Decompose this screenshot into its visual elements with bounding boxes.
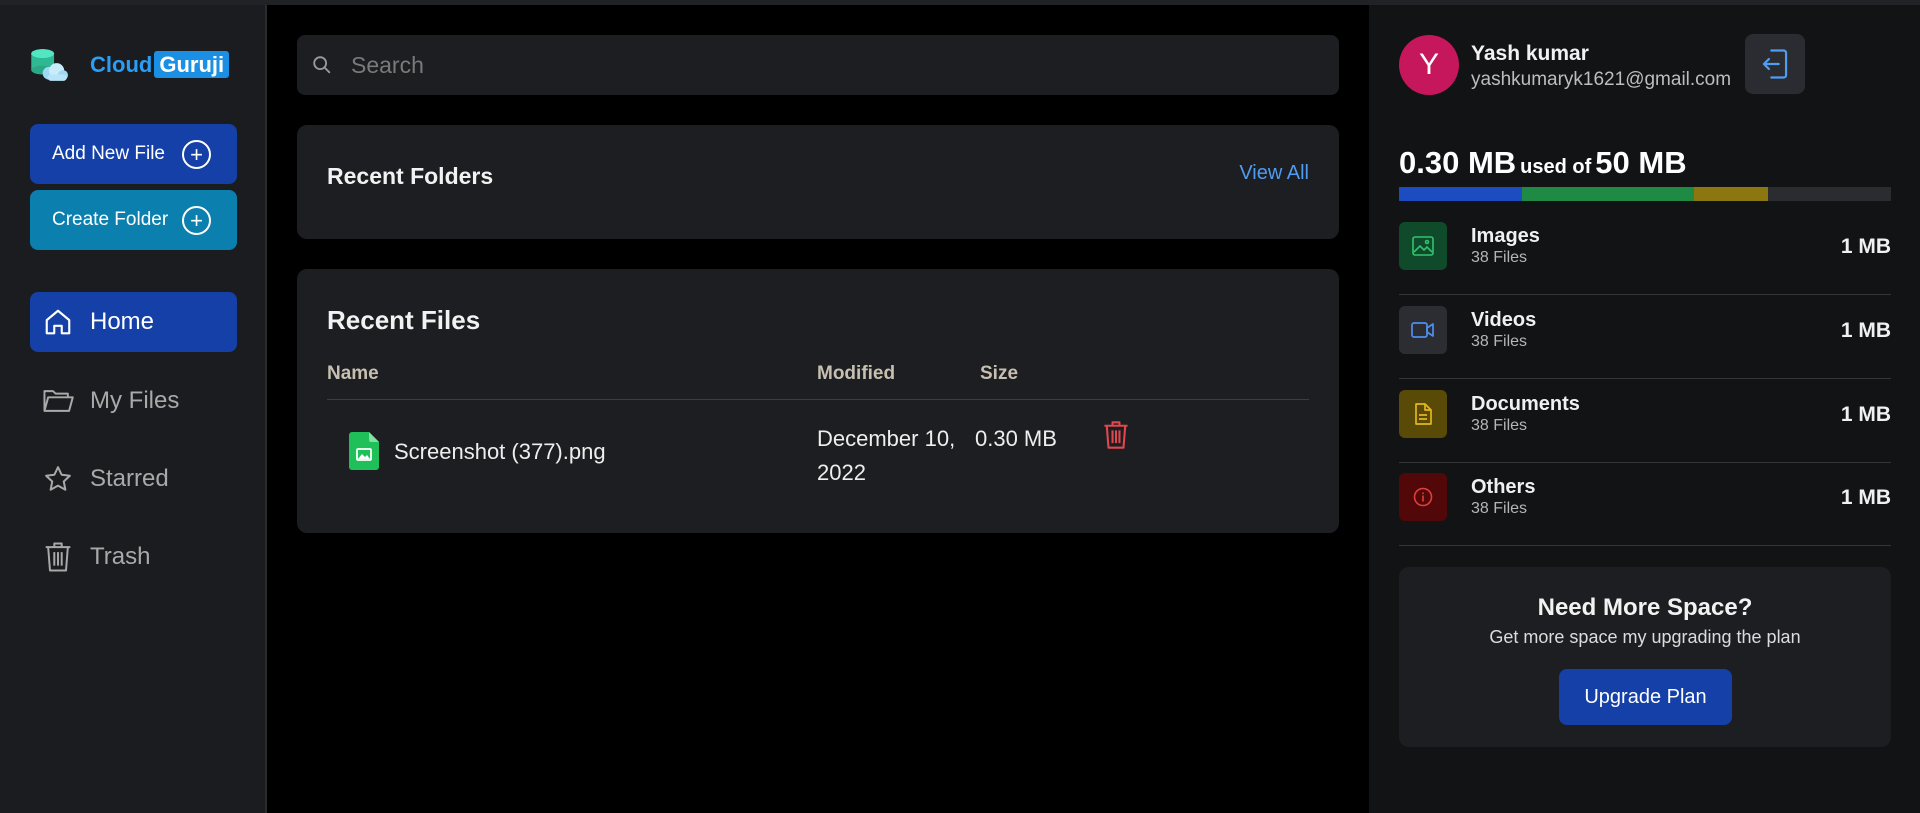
- storage-bar-documents: [1694, 187, 1768, 201]
- search-input[interactable]: [351, 51, 1311, 79]
- home-icon: [42, 306, 74, 338]
- category-name: Others: [1471, 476, 1536, 498]
- upgrade-title: Need More Space?: [1537, 594, 1753, 621]
- add-new-file-label: Add New File: [52, 143, 165, 164]
- nav-item-trash[interactable]: Trash: [30, 527, 237, 587]
- document-icon: [1399, 390, 1447, 438]
- category-others[interactable]: Others 38 Files 1 MB: [1399, 462, 1891, 546]
- search-icon: [313, 56, 331, 74]
- category-documents[interactable]: Documents 38 Files 1 MB: [1399, 379, 1891, 463]
- brand-part-cloud: Cloud: [90, 52, 153, 77]
- column-header-modified: Modified: [817, 363, 896, 384]
- trash-icon: [42, 541, 74, 573]
- storage-panel: Y Yash kumar yashkumaryk1621@gmail.com 0…: [1369, 5, 1920, 813]
- image-icon: [1399, 222, 1447, 270]
- avatar[interactable]: Y: [1399, 35, 1459, 95]
- table-divider: [327, 399, 1309, 400]
- storage-used: 0.30 MB: [1399, 145, 1517, 180]
- main-content: Recent Folders View All Recent Files Nam…: [269, 5, 1369, 813]
- category-size: 1 MB: [1840, 403, 1891, 426]
- delete-icon[interactable]: [1103, 420, 1129, 450]
- recent-folders-card: Recent Folders View All: [297, 125, 1339, 239]
- recent-folders-title: Recent Folders: [327, 163, 494, 189]
- category-count: 38 Files: [1471, 500, 1528, 517]
- create-folder-label: Create Folder: [52, 209, 169, 230]
- column-header-size: Size: [980, 363, 1019, 384]
- category-size: 1 MB: [1840, 486, 1891, 509]
- file-name[interactable]: Screenshot (377).png: [394, 439, 606, 465]
- upgrade-plan-button[interactable]: Upgrade Plan: [1559, 669, 1732, 725]
- sidebar: Cloud Guruji Add New File + Create Folder…: [0, 5, 267, 813]
- recent-files-card: Recent Files Name Modified Size Screensh…: [297, 269, 1339, 533]
- category-name: Videos: [1471, 309, 1537, 331]
- recent-files-title: Recent Files: [327, 305, 481, 335]
- category-name: Images: [1471, 225, 1540, 247]
- nav-item-my-files[interactable]: My Files: [30, 371, 237, 431]
- image-file-icon: [349, 432, 379, 470]
- user-name: Yash kumar: [1471, 42, 1589, 65]
- file-size: 0.30 MB: [975, 426, 1057, 451]
- nav-item-label: My Files: [90, 387, 180, 414]
- create-folder-button[interactable]: Create Folder +: [30, 190, 237, 250]
- info-icon: [1399, 473, 1447, 521]
- logout-icon: [1762, 49, 1788, 79]
- video-icon: [1399, 306, 1447, 354]
- upgrade-subtitle: Get more space my upgrading the plan: [1489, 627, 1801, 647]
- search-bar[interactable]: [297, 35, 1339, 95]
- folder-icon: [42, 385, 74, 417]
- upgrade-card: Need More Space? Get more space my upgra…: [1399, 567, 1891, 747]
- brand-part-guruji: Guruji: [154, 51, 230, 78]
- category-name: Documents: [1471, 393, 1580, 415]
- category-count: 38 Files: [1471, 333, 1528, 350]
- plus-circle-icon: +: [182, 206, 211, 235]
- nav-item-label: Starred: [90, 465, 169, 492]
- logout-button[interactable]: [1745, 34, 1805, 94]
- category-size: 1 MB: [1840, 235, 1891, 258]
- nav-item-home[interactable]: Home: [30, 292, 237, 352]
- category-count: 38 Files: [1471, 249, 1528, 266]
- category-size: 1 MB: [1840, 319, 1891, 342]
- storage-bar: [1399, 187, 1891, 201]
- star-icon: [42, 463, 74, 495]
- nav-item-starred[interactable]: Starred: [30, 449, 237, 509]
- storage-used-of: used of: [1520, 156, 1592, 178]
- plus-circle-icon: +: [182, 140, 211, 169]
- file-modified: December 10, 2022: [817, 426, 956, 485]
- brand-name: Cloud Guruji: [90, 51, 230, 78]
- logo[interactable]: Cloud Guruji: [30, 42, 240, 92]
- user-email: yashkumaryk1621@gmail.com: [1471, 69, 1732, 90]
- storage-bar-videos: [1522, 187, 1695, 201]
- storage-usage: 0.30 MB used of 50 MB: [1399, 145, 1687, 181]
- category-images[interactable]: Images 38 Files 1 MB: [1399, 211, 1891, 295]
- category-videos[interactable]: Videos 38 Files 1 MB: [1399, 295, 1891, 379]
- nav-item-label: Home: [90, 308, 155, 335]
- category-count: 38 Files: [1471, 417, 1528, 434]
- storage-total: 50 MB: [1595, 145, 1687, 180]
- nav-item-label: Trash: [90, 543, 151, 570]
- column-header-name: Name: [327, 363, 379, 384]
- add-new-file-button[interactable]: Add New File +: [30, 124, 237, 184]
- view-all-link[interactable]: View All: [1239, 162, 1309, 185]
- storage-bar-images: [1399, 187, 1522, 201]
- cloud-database-icon: [31, 49, 68, 81]
